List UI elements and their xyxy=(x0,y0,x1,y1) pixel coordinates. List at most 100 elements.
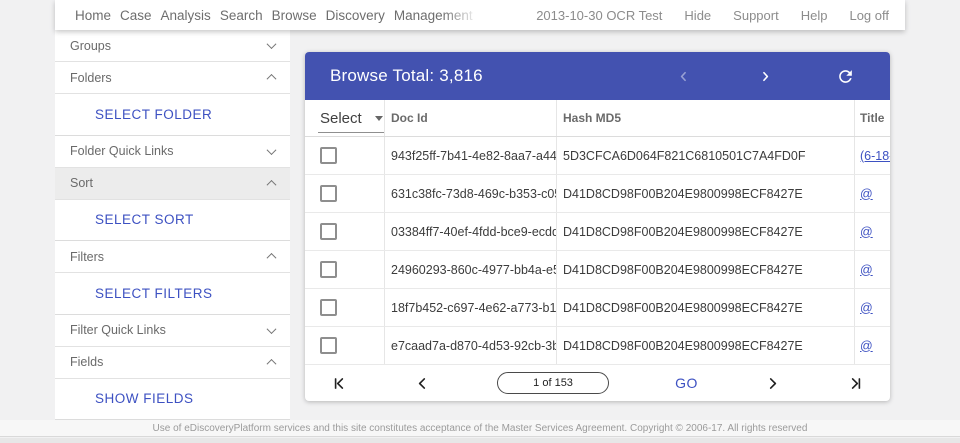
show-fields-button[interactable]: SHOW FIELDS xyxy=(95,391,194,406)
sidebar-section-label: Filters xyxy=(70,250,104,264)
sidebar-section-content: SELECT FOLDER xyxy=(55,94,290,136)
row-checkbox[interactable] xyxy=(320,299,337,316)
select-sort-button[interactable]: SELECT SORT xyxy=(95,212,194,227)
hide-link[interactable]: Hide xyxy=(684,8,711,23)
table-body: 943f25ff-7b41-4e82-8aa7-a446c85...5D3CFC… xyxy=(305,137,890,365)
nav-item-accou[interactable]: Accou xyxy=(482,0,485,30)
sidebar-header-groups[interactable]: Groups xyxy=(55,30,290,62)
chevron-right-icon[interactable] xyxy=(748,59,782,93)
title-cell: @ xyxy=(855,251,890,288)
page-number-input[interactable] xyxy=(497,372,609,394)
checkbox-cell xyxy=(305,137,385,174)
sidebar-header-fields[interactable]: Fields xyxy=(55,347,290,379)
refresh-icon[interactable] xyxy=(828,59,862,93)
hash-md5-column-header: Hash MD5 xyxy=(557,100,855,136)
last-page-icon[interactable] xyxy=(847,375,864,392)
support-link[interactable]: Support xyxy=(733,8,779,23)
top-nav: Home Case Analysis Search Browse Discovery Man… xyxy=(55,0,485,30)
go-button[interactable]: GO xyxy=(675,375,698,391)
table-header-row: Select Doc Id Hash MD5 Title xyxy=(305,100,890,137)
nav-item-analysis[interactable]: Analysis xyxy=(161,0,211,30)
select-dropdown[interactable]: Select xyxy=(320,110,383,127)
title-link[interactable]: (6-18- xyxy=(860,149,890,163)
previous-page-icon[interactable] xyxy=(414,375,431,392)
sidebar-section-fields: Fields SHOW FIELDS xyxy=(55,347,290,421)
title-link[interactable]: @ xyxy=(860,187,873,201)
nav-item-search[interactable]: Search xyxy=(220,0,263,30)
title-link[interactable]: @ xyxy=(860,263,873,277)
sidebar-section-groups: Groups xyxy=(55,30,290,62)
doc-id-value: 943f25ff-7b41-4e82-8aa7-a446c85... xyxy=(391,149,557,163)
checkbox-cell xyxy=(305,213,385,250)
caret-down-icon xyxy=(375,116,383,121)
title-cell: @ xyxy=(855,327,890,364)
case-name-dropdown[interactable]: 2013-10-30 OCR Test xyxy=(536,8,662,23)
title-cell: @ xyxy=(855,213,890,250)
bottom-strip xyxy=(0,438,960,443)
doc-id-cell: e7caad7a-d870-4d53-92cb-3b2ad... xyxy=(385,327,557,364)
sidebar-header-filter-quick-links[interactable]: Filter Quick Links xyxy=(55,315,290,347)
sidebar-header-filters[interactable]: Filters xyxy=(55,241,290,273)
title-link[interactable]: @ xyxy=(860,225,873,239)
sidebar-section-folder-quick-links: Folder Quick Links xyxy=(55,136,290,168)
sidebar-header-folder-quick-links[interactable]: Folder Quick Links xyxy=(55,136,290,168)
nav-item-home[interactable]: Home xyxy=(75,0,111,30)
sidebar-section-filters: Filters SELECT FILTERS xyxy=(55,241,290,315)
table-row: 03384ff7-40ef-4fdd-bce9-ecdd38db... D41D8… xyxy=(305,213,890,251)
hash-md5-cell: D41D8CD98F00B204E9800998ECF8427E xyxy=(557,327,855,364)
hash-md5-value: D41D8CD98F00B204E9800998ECF8427E xyxy=(563,301,803,315)
nav-item-management[interactable]: Management xyxy=(394,0,473,30)
row-checkbox[interactable] xyxy=(320,223,337,240)
title-link[interactable]: @ xyxy=(860,339,873,353)
doc-id-value: 24960293-860c-4977-bb4a-e5ba5... xyxy=(391,263,557,277)
checkbox-cell xyxy=(305,175,385,212)
select-label: Select xyxy=(320,110,362,127)
chevron-down-icon xyxy=(267,39,277,49)
pagination-bar: GO xyxy=(305,365,890,401)
row-checkbox[interactable] xyxy=(320,261,337,278)
table-row: 943f25ff-7b41-4e82-8aa7-a446c85...5D3CFC… xyxy=(305,137,890,175)
sidebar-section-label: Folders xyxy=(70,71,112,85)
hash-md5-value: D41D8CD98F00B204E9800998ECF8427E xyxy=(563,263,803,277)
help-link[interactable]: Help xyxy=(801,8,828,23)
checkbox-cell xyxy=(305,251,385,288)
chevron-up-icon xyxy=(267,179,277,189)
chevron-down-icon xyxy=(267,145,277,155)
top-bar: Home Case Analysis Search Browse Discovery Man… xyxy=(55,0,905,30)
doc-id-column-header: Doc Id xyxy=(385,100,557,136)
hash-md5-cell: D41D8CD98F00B204E9800998ECF8427E xyxy=(557,213,855,250)
row-checkbox[interactable] xyxy=(320,337,337,354)
top-bar-right: 2013-10-30 OCR Test Hide Support Help Lo… xyxy=(536,8,905,23)
nav-item-browse[interactable]: Browse xyxy=(272,0,317,30)
title-link[interactable]: @ xyxy=(860,301,873,315)
sidebar-header-folders[interactable]: Folders xyxy=(55,62,290,94)
nav-item-discovery[interactable]: Discovery xyxy=(326,0,385,30)
doc-id-cell: 03384ff7-40ef-4fdd-bce9-ecdd38db... xyxy=(385,213,557,250)
hash-md5-value: D41D8CD98F00B204E9800998ECF8427E xyxy=(563,225,803,239)
checkbox-cell xyxy=(305,327,385,364)
sidebar-section-folders: Folders SELECT FOLDER xyxy=(55,62,290,136)
title-column-header: Title xyxy=(855,100,890,136)
row-checkbox[interactable] xyxy=(320,147,337,164)
row-checkbox[interactable] xyxy=(320,185,337,202)
doc-id-cell: 631c38fc-73d8-469c-b353-c058b6... xyxy=(385,175,557,212)
chevron-up-icon xyxy=(267,253,277,263)
first-page-icon[interactable] xyxy=(331,375,348,392)
sidebar-section-label: Fields xyxy=(70,355,103,369)
chevron-left-icon[interactable] xyxy=(666,59,700,93)
select-folder-button[interactable]: SELECT FOLDER xyxy=(95,107,212,122)
sidebar-section-label: Groups xyxy=(70,39,111,53)
hash-md5-cell: 5D3CFCA6D064F821C6810501C7A4FD0F xyxy=(557,137,855,174)
chevron-down-icon xyxy=(267,324,277,334)
doc-id-value: 03384ff7-40ef-4fdd-bce9-ecdd38db... xyxy=(391,225,557,239)
hash-md5-cell: D41D8CD98F00B204E9800998ECF8427E xyxy=(557,175,855,212)
nav-item-case[interactable]: Case xyxy=(120,0,152,30)
sidebar: Groups Folders SELECT FOLDER Folder Quick L… xyxy=(55,30,290,420)
next-page-icon[interactable] xyxy=(764,375,781,392)
sidebar-section-label: Sort xyxy=(70,176,93,190)
doc-id-value: 631c38fc-73d8-469c-b353-c058b6... xyxy=(391,187,557,201)
title-cell: @ xyxy=(855,175,890,212)
select-filters-button[interactable]: SELECT FILTERS xyxy=(95,286,213,301)
logoff-link[interactable]: Log off xyxy=(849,8,889,23)
sidebar-header-sort[interactable]: Sort xyxy=(55,168,290,200)
